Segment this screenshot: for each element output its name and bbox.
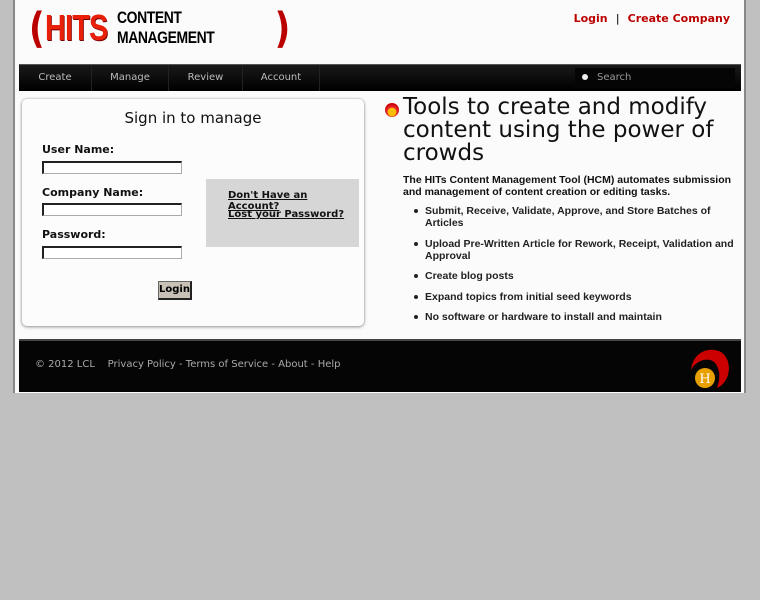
list-item: Submit, Receive, Validate, Approve, and … <box>403 205 743 229</box>
privacy-policy-link[interactable]: Privacy Policy <box>108 359 176 370</box>
nav-create[interactable]: Create <box>19 65 92 91</box>
about-link[interactable]: About <box>278 359 308 370</box>
logo-bracket-left: ( <box>29 3 45 53</box>
create-company-link[interactable]: Create Company <box>628 12 730 25</box>
login-link[interactable]: Login <box>574 12 608 25</box>
svg-text:H: H <box>699 372 710 387</box>
list-item: Create blog posts <box>403 270 743 282</box>
user-name-input[interactable] <box>42 161 182 174</box>
page-container: ( HITS CONTENT MANAGEMENT ) Login | Create… <box>13 0 746 393</box>
dash: - <box>268 359 279 370</box>
company-name-input[interactable] <box>42 203 182 216</box>
company-name-label: Company Name: <box>42 186 144 199</box>
user-name-label: User Name: <box>42 143 115 156</box>
signin-panel: Sign in to manage User Name: Company Nam… <box>22 99 364 326</box>
password-label: Password: <box>42 228 106 241</box>
terms-link[interactable]: Terms of Service <box>186 359 268 370</box>
logo-hits: HITS <box>44 7 108 48</box>
account-help-box: Don't Have an Account? Lost your Passwor… <box>206 179 359 247</box>
nav-review[interactable]: Review <box>169 65 243 91</box>
lost-password-link[interactable]: Lost your Password? <box>228 209 344 220</box>
search-icon <box>582 74 588 80</box>
list-item: Upload Pre-Written Article for Rework, R… <box>403 238 743 262</box>
hits-footer-logo-icon: H <box>691 349 729 388</box>
intro-text: The HITs Content Management Tool (HCM) a… <box>403 174 732 198</box>
search-input[interactable]: Search <box>575 68 735 88</box>
nav-manage[interactable]: Manage <box>92 65 169 91</box>
list-item: No software or hardware to install and m… <box>403 311 743 323</box>
dash: - <box>175 359 186 370</box>
search-placeholder: Search <box>597 72 632 83</box>
feature-list: Submit, Receive, Validate, Approve, and … <box>403 205 743 332</box>
login-button[interactable]: Login <box>158 281 192 300</box>
header-links: Login | Create Company <box>574 12 730 25</box>
nav-account[interactable]: Account <box>243 65 320 91</box>
logo-content-management: CONTENT MANAGEMENT <box>116 8 215 47</box>
footer-text: © 2012 LCL Privacy Policy - Terms of Ser… <box>35 359 341 370</box>
main-heading: Tools to create and modify content using… <box>403 94 714 166</box>
password-input[interactable] <box>42 246 182 259</box>
separator: | <box>615 12 620 25</box>
list-item: Expand topics from initial seed keywords <box>403 291 743 303</box>
signin-title: Sign in to manage <box>124 109 262 127</box>
footer: © 2012 LCL Privacy Policy - Terms of Ser… <box>19 339 741 392</box>
main-nav: Create Manage Review Account Search <box>19 64 741 91</box>
hits-bullet-icon <box>385 103 399 117</box>
copyright: © 2012 LCL <box>35 359 95 370</box>
hits-logo[interactable]: ( HITS CONTENT MANAGEMENT ) <box>29 4 290 52</box>
dash: - <box>307 359 318 370</box>
logo-bracket-right: ) <box>274 3 291 53</box>
help-link[interactable]: Help <box>318 359 341 370</box>
